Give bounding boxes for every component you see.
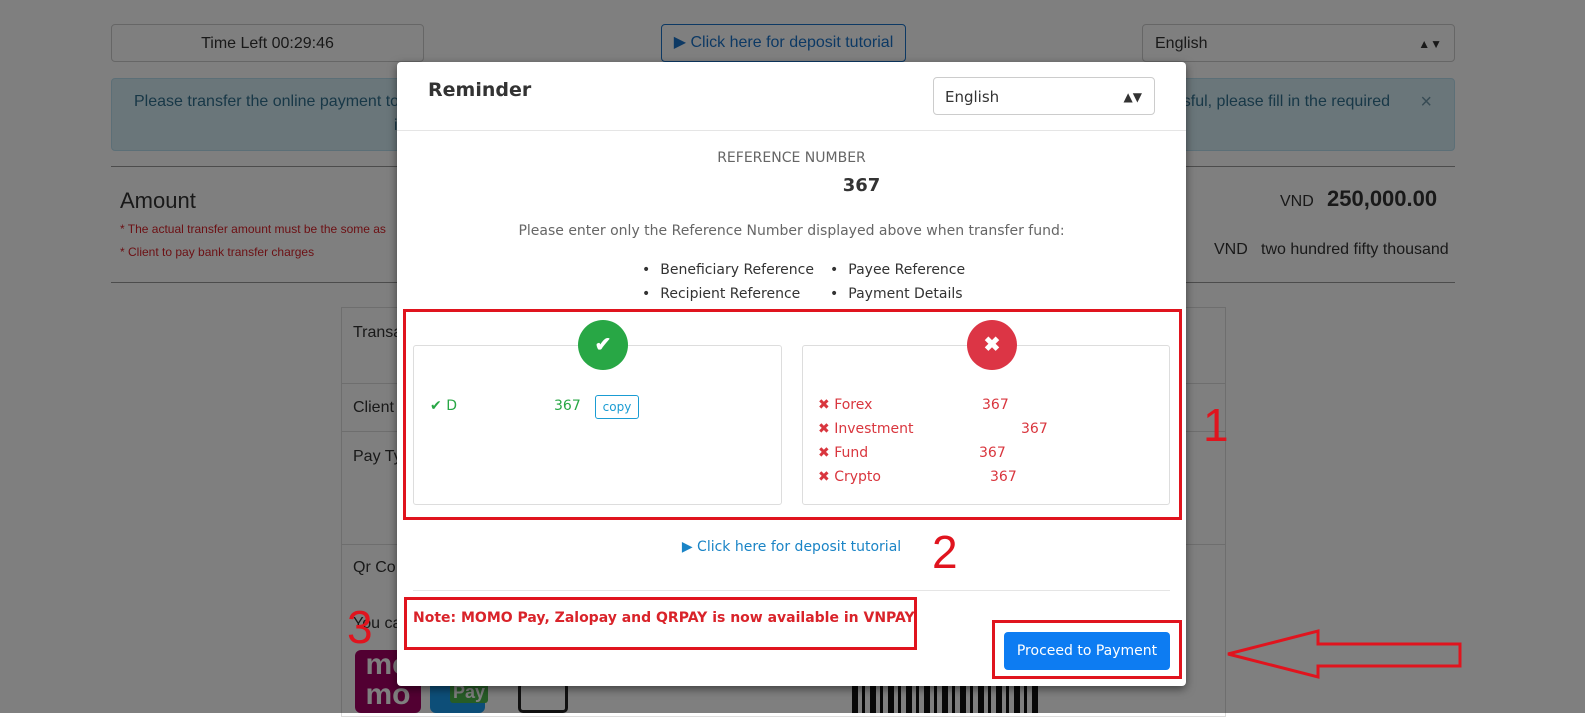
bullet-payment-details: Payment Details [830,286,962,302]
modal-deposit-tutorial-link[interactable]: ▶︎ Click here for deposit tutorial [397,539,1186,555]
select-caret-icon: ▲▼ [1123,90,1142,104]
reference-number-value: 367 [842,175,881,196]
annotation-box-proceed [992,620,1182,679]
annotation-box-3 [404,597,917,650]
annotation-arrow-left-icon [1227,629,1462,679]
bullet-beneficiary-reference: Beneficiary Reference [642,262,814,278]
modal-footer-divider [413,590,1170,591]
reference-number-label: REFERENCE NUMBER [717,150,866,166]
annotation-number-3: 3 [347,601,373,653]
modal-language-value: English [945,88,1000,106]
play-circle-icon: ▶︎ [681,539,693,555]
annotation-number-2: 2 [932,526,958,578]
modal-header-divider [397,130,1186,131]
bullet-recipient-reference: Recipient Reference [642,286,800,302]
modal-language-select[interactable]: English ▲▼ [933,77,1155,115]
annotation-box-1 [403,309,1182,520]
bullet-payee-reference: Payee Reference [830,262,965,278]
annotation-number-1: 1 [1203,399,1229,451]
modal-title: Reminder [428,79,532,101]
reference-instruction: Please enter only the Reference Number d… [518,223,1065,239]
modal-deposit-tutorial-label: Click here for deposit tutorial [697,539,902,555]
